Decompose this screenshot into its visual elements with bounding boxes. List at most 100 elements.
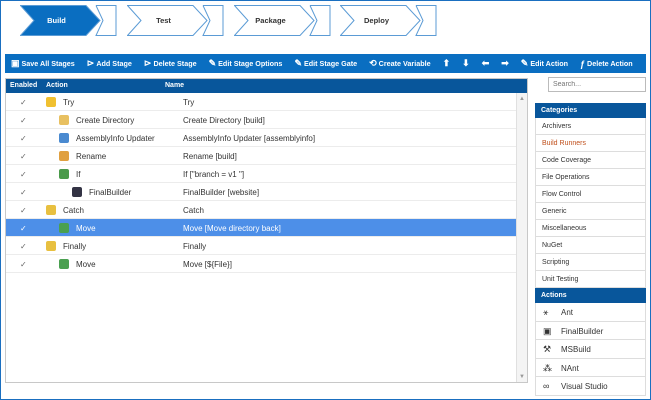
enabled-check-icon[interactable]: ✓ [20, 152, 27, 161]
delete-stage-icon: ⊳ [143, 58, 152, 68]
move-up-button[interactable]: ⬆ [437, 58, 457, 69]
finalbuilder-icon [72, 187, 82, 197]
action-cell: Rename [76, 152, 107, 161]
category-item[interactable]: Build Runners [535, 135, 646, 152]
assemblyinfo-icon [59, 133, 69, 143]
category-item[interactable]: File Operations [535, 169, 646, 186]
finally-icon [46, 241, 56, 251]
arrow-down-icon: ⬇ [462, 58, 470, 68]
save-all-stages-button[interactable]: ▣ Save All Stages [5, 58, 81, 69]
name-cell: Create Directory [build] [183, 116, 265, 125]
enabled-check-icon[interactable]: ✓ [20, 260, 27, 269]
move-right-button[interactable]: ➡ [495, 58, 515, 69]
move-icon [59, 259, 69, 269]
action-item[interactable]: ⚒ MSBuild [535, 340, 646, 359]
category-item[interactable]: Miscellaneous [535, 220, 646, 237]
arrow-up-icon: ⬆ [442, 58, 451, 68]
enabled-check-icon[interactable]: ✓ [20, 134, 27, 143]
enabled-check-icon[interactable]: ✓ [20, 188, 27, 197]
save-icon: ▣ [11, 58, 20, 68]
category-item[interactable]: Generic [535, 203, 646, 220]
edit-gate-icon: ✎ [294, 58, 302, 68]
enabled-check-icon[interactable]: ✓ [20, 206, 27, 215]
header-enabled: Enabled [10, 82, 38, 89]
name-cell: Move [${File}] [183, 260, 232, 269]
name-cell: Try [183, 98, 195, 107]
enabled-check-icon[interactable]: ✓ [20, 170, 27, 179]
nant-icon: ⁂ [543, 362, 552, 373]
table-row[interactable]: ✓ Finally Finally [6, 237, 517, 255]
header-name: Name [165, 82, 185, 89]
name-cell: Catch [183, 206, 204, 215]
category-item[interactable]: Code Coverage [535, 152, 646, 169]
msbuild-icon: ⚒ [543, 344, 552, 354]
enabled-check-icon[interactable]: ✓ [20, 242, 27, 251]
action-item[interactable]: ∞ Visual Studio [535, 377, 646, 396]
name-cell: If ["branch = v1 "] [183, 170, 245, 179]
edit-options-icon: ✎ [208, 58, 217, 68]
header-action: Action [46, 82, 68, 89]
action-item[interactable]: ⚹ Ant [535, 303, 646, 322]
action-cell: Move [76, 224, 96, 233]
toolbar: ▣ Save All Stages ⊳ Add Stage ⊳ Delete Stag… [5, 54, 646, 73]
create-variable-button[interactable]: ⟲ Create Variable [363, 58, 437, 69]
category-item[interactable]: Flow Control [535, 186, 646, 203]
edit-action-button[interactable]: ✎ Edit Action [515, 58, 574, 69]
name-cell: Rename [build] [183, 152, 237, 161]
delete-stage-button[interactable]: ⊳ Delete Stage [138, 58, 203, 69]
move-icon [59, 223, 69, 233]
category-item[interactable]: Unit Testing [535, 271, 646, 288]
table-row[interactable]: ✓ Move Move [Move directory back] [6, 219, 517, 237]
table-row[interactable]: ✓ AssemblyInfo Updater AssemblyInfo Update… [6, 129, 517, 147]
move-down-button[interactable]: ⬇ [456, 58, 476, 69]
table-row[interactable]: ✓ Move Move [${File}] [6, 255, 517, 273]
category-item[interactable]: Archivers [535, 118, 646, 135]
edit-stage-options-button[interactable]: ✎ Edit Stage Options [203, 58, 289, 69]
edit-stage-gate-button[interactable]: ✎ Edit Stage Gate [288, 58, 363, 69]
catch-icon [46, 205, 56, 215]
grid-header: Enabled Action Name [6, 79, 527, 93]
action-cell: Catch [63, 206, 84, 215]
delete-action-icon: ƒ [580, 58, 586, 69]
vertical-scrollbar[interactable]: ▲ ▼ [516, 93, 527, 382]
name-cell: Finally [183, 242, 207, 251]
name-cell: AssemblyInfo Updater [assemblyinfo] [183, 134, 316, 143]
action-cell: If [76, 170, 81, 179]
move-left-button[interactable]: ⬅ [476, 58, 496, 69]
action-cell: Create Directory [76, 116, 135, 125]
if-icon [59, 169, 69, 179]
edit-action-icon: ✎ [520, 58, 529, 68]
categories-header: Categories [535, 103, 646, 118]
delete-action-button[interactable]: ƒ Delete Action [574, 59, 639, 69]
category-item[interactable]: NuGet [535, 237, 646, 254]
action-item[interactable]: ▣ FinalBuilder [535, 321, 646, 340]
arrow-left-icon: ⬅ [481, 58, 490, 68]
variable-icon: ⟲ [369, 58, 377, 68]
table-row[interactable]: ✓ Catch Catch [6, 201, 517, 219]
name-cell: FinalBuilder [website] [183, 188, 260, 197]
add-stage-icon: ⊳ [86, 58, 95, 68]
table-row[interactable]: ✓ Rename Rename [build] [6, 147, 517, 165]
action-cell: Try [63, 98, 75, 107]
ant-icon: ⚹ [543, 307, 549, 317]
enabled-check-icon[interactable]: ✓ [20, 116, 27, 125]
actions-header: Actions [535, 288, 646, 303]
action-item[interactable]: ⁂ NAnt [535, 358, 646, 377]
rename-icon [59, 151, 69, 161]
action-cell: Move [76, 260, 96, 269]
action-cell: AssemblyInfo Updater [76, 134, 155, 143]
add-stage-button[interactable]: ⊳ Add Stage [81, 58, 138, 69]
table-row[interactable]: ✓ Try Try [6, 93, 517, 111]
table-row[interactable]: ✓ FinalBuilder FinalBuilder [website] [6, 183, 517, 201]
name-cell: Move [Move directory back] [183, 224, 281, 233]
enabled-check-icon[interactable]: ✓ [20, 224, 27, 233]
enabled-check-icon[interactable]: ✓ [20, 98, 27, 107]
action-cell: FinalBuilder [89, 188, 132, 197]
search-input[interactable] [548, 77, 646, 92]
table-row[interactable]: ✓ Create Directory Create Directory [build… [6, 111, 517, 129]
arrow-right-icon: ➡ [501, 58, 509, 68]
category-item[interactable]: Scripting [535, 254, 646, 271]
try-icon [46, 97, 56, 107]
table-row[interactable]: ✓ If If ["branch = v1 "] [6, 165, 517, 183]
visual-studio-icon: ∞ [543, 381, 550, 391]
